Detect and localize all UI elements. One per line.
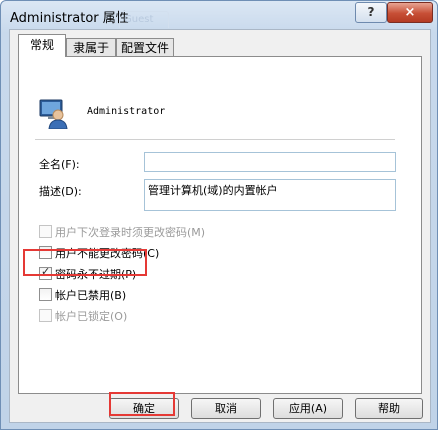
separator [35,139,395,140]
help-button[interactable]: 帮助 [355,398,423,419]
help-title-button[interactable]: ? [355,2,387,23]
apply-button[interactable]: 应用(A) [273,398,343,419]
fullname-label: 全名(F): [39,158,80,171]
must-change-password-checkbox[interactable] [39,225,52,238]
must-change-password-label: 用户下次登录时须更改密码(M) [55,226,206,239]
background-window-tab: Guest [119,11,169,28]
close-button[interactable]: × [387,2,433,23]
account-disabled-label: 帐户已禁用(B) [55,289,127,302]
description-label: 描述(D): [39,185,82,198]
tab-member-of[interactable]: 隶属于 [66,38,116,58]
window-title: Administrator 属性 [10,11,129,26]
properties-dialog: Administrator 属性 Guest ? × 常规 隶属于 配置文件 A… [0,0,438,430]
account-locked-label: 帐户已锁定(O) [55,310,128,323]
ok-button[interactable]: 确定 [109,398,179,419]
cancel-button[interactable]: 取消 [191,398,261,419]
password-never-expires-checkbox[interactable]: ✓ [39,265,52,280]
cannot-change-password-label: 用户不能更改密码(C) [55,247,160,260]
user-icon [39,99,68,129]
description-value: 管理计算机(域)的内置帐户 [148,184,278,197]
account-locked-checkbox[interactable] [39,309,52,322]
account-disabled-checkbox[interactable] [39,288,52,301]
description-field[interactable]: 管理计算机(域)的内置帐户 [144,179,396,211]
check-mark-icon: ✓ [41,265,51,278]
cannot-change-password-checkbox[interactable] [39,246,52,259]
password-never-expires-label: 密码永不过期(P) [55,268,137,281]
title-bar[interactable]: Administrator 属性 Guest ? × [1,1,437,29]
tab-profile[interactable]: 配置文件 [116,38,174,58]
dialog-body: 常规 隶属于 配置文件 Administrator 全名(F): 描述(D): … [9,29,431,423]
general-tab-panel: Administrator 全名(F): 描述(D): 管理计算机(域)的内置帐… [18,56,422,394]
fullname-field[interactable] [144,152,396,172]
tab-general[interactable]: 常规 [18,34,66,57]
user-name: Administrator [87,106,166,117]
